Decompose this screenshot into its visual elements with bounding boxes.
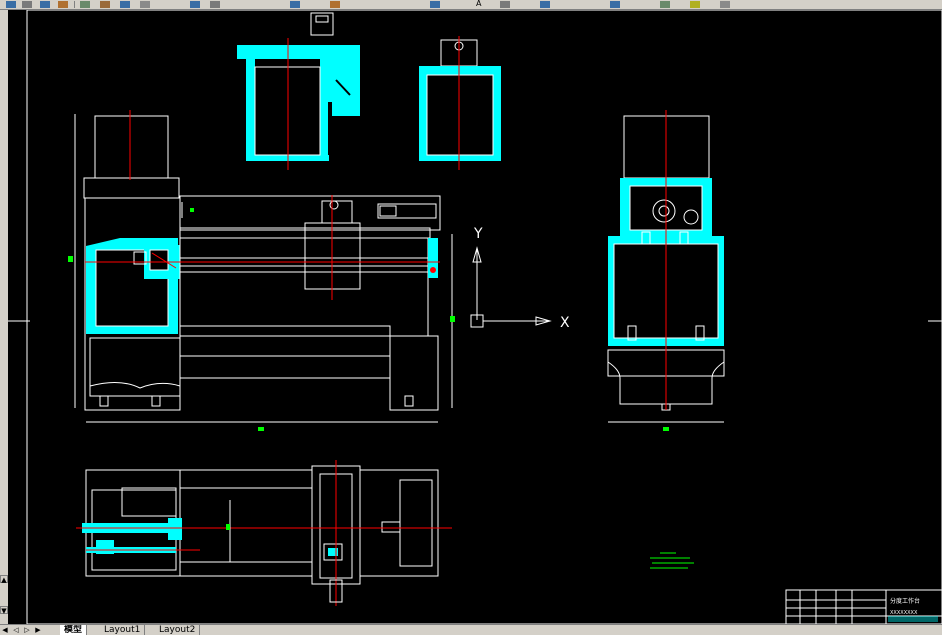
- lineweight-icon[interactable]: [500, 1, 510, 8]
- toolbar-separator: [74, 1, 75, 8]
- match-props-icon[interactable]: [540, 1, 550, 8]
- top-left-section-view: [237, 12, 360, 170]
- axis-y-label: Y: [473, 226, 483, 242]
- layer-lock-icon[interactable]: [720, 1, 730, 8]
- linetype-icon[interactable]: [430, 1, 440, 8]
- title-block-subtitle: XXXXXXXX: [890, 610, 918, 616]
- layout-tabs: ◀ ◁ ▷ ▶ 模型 Layout1 Layout2: [0, 624, 942, 635]
- color-icon[interactable]: [330, 1, 340, 8]
- vertical-scrollbar[interactable]: ▲ ▼: [0, 10, 8, 624]
- text-style-icon[interactable]: [120, 1, 130, 8]
- light-bulb-icon[interactable]: [690, 1, 700, 8]
- ucs-icon: [470, 246, 552, 328]
- layer-state-icon[interactable]: [660, 1, 670, 8]
- scroll-down-icon[interactable]: ▼: [0, 606, 8, 615]
- undo-icon[interactable]: [40, 1, 50, 8]
- dim-style-icon[interactable]: [140, 1, 150, 8]
- toolbar: A: [0, 0, 942, 10]
- save-icon[interactable]: [290, 1, 300, 8]
- help-icon[interactable]: [610, 1, 620, 8]
- scroll-up-icon[interactable]: ▲: [0, 575, 8, 584]
- properties-icon[interactable]: [100, 1, 110, 8]
- grid-icon[interactable]: [210, 1, 220, 8]
- text-tool-icon[interactable]: A: [476, 0, 481, 8]
- technical-notes: [650, 552, 694, 569]
- redo-icon[interactable]: [58, 1, 68, 8]
- side-view: [607, 110, 725, 431]
- drawing-canvas[interactable]: Y X 分度工作台 XXXXXXXX: [0, 10, 942, 624]
- axis-x-label: X: [560, 315, 570, 331]
- title-block-heading: 分度工作台: [890, 597, 920, 605]
- plan-view: [76, 460, 452, 606]
- title-block: [785, 589, 942, 624]
- table-icon[interactable]: [190, 1, 200, 8]
- pan-icon[interactable]: [6, 1, 16, 8]
- top-right-section-view: [419, 36, 501, 170]
- layer-icon[interactable]: [80, 1, 90, 8]
- zoom-icon[interactable]: [22, 1, 32, 8]
